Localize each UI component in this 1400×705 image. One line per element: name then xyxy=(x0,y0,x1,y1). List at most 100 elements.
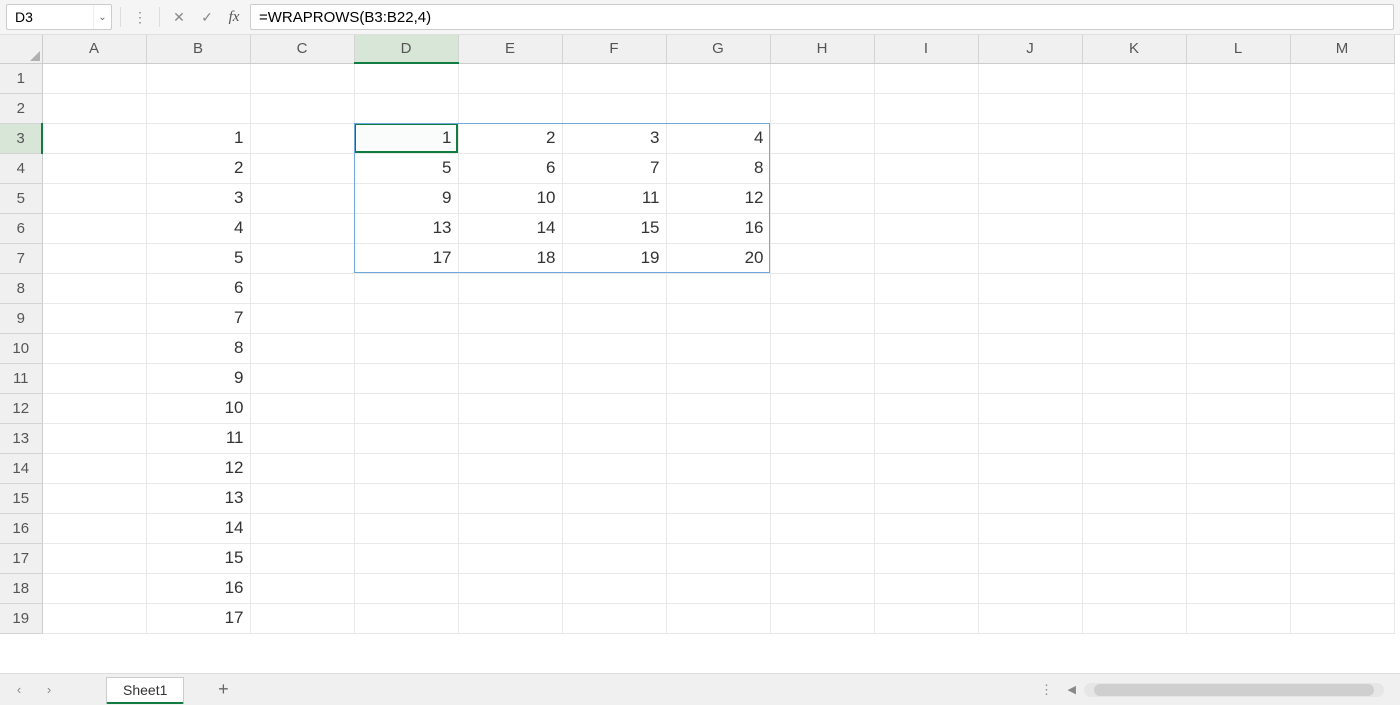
horizontal-scrollbar[interactable] xyxy=(1084,683,1384,697)
cell-J19[interactable] xyxy=(978,603,1082,633)
cell-K17[interactable] xyxy=(1082,543,1186,573)
cell-M2[interactable] xyxy=(1290,93,1394,123)
cell-J16[interactable] xyxy=(978,513,1082,543)
cell-J18[interactable] xyxy=(978,573,1082,603)
cell-K7[interactable] xyxy=(1082,243,1186,273)
sheet-more-icon[interactable]: ⋮ xyxy=(1034,677,1060,703)
cell-A5[interactable] xyxy=(42,183,146,213)
cell-M7[interactable] xyxy=(1290,243,1394,273)
cell-M17[interactable] xyxy=(1290,543,1394,573)
row-header-11[interactable]: 11 xyxy=(0,363,42,393)
cell-M13[interactable] xyxy=(1290,423,1394,453)
row-header-7[interactable]: 7 xyxy=(0,243,42,273)
cell-K6[interactable] xyxy=(1082,213,1186,243)
cell-G1[interactable] xyxy=(666,63,770,93)
cell-L8[interactable] xyxy=(1186,273,1290,303)
column-header-H[interactable]: H xyxy=(770,35,874,63)
cell-A9[interactable] xyxy=(42,303,146,333)
cell-E15[interactable] xyxy=(458,483,562,513)
cell-G3[interactable]: 4 xyxy=(666,123,770,153)
cell-I18[interactable] xyxy=(874,573,978,603)
column-header-M[interactable]: M xyxy=(1290,35,1394,63)
row-header-16[interactable]: 16 xyxy=(0,513,42,543)
cell-L4[interactable] xyxy=(1186,153,1290,183)
cell-C19[interactable] xyxy=(250,603,354,633)
row-header-2[interactable]: 2 xyxy=(0,93,42,123)
cell-K14[interactable] xyxy=(1082,453,1186,483)
cell-B18[interactable]: 16 xyxy=(146,573,250,603)
cell-F5[interactable]: 11 xyxy=(562,183,666,213)
select-all-corner[interactable] xyxy=(0,35,42,63)
row-header-8[interactable]: 8 xyxy=(0,273,42,303)
cell-F4[interactable]: 7 xyxy=(562,153,666,183)
cell-E3[interactable]: 2 xyxy=(458,123,562,153)
cell-H3[interactable] xyxy=(770,123,874,153)
cell-C17[interactable] xyxy=(250,543,354,573)
cell-F8[interactable] xyxy=(562,273,666,303)
row-header-6[interactable]: 6 xyxy=(0,213,42,243)
cell-F12[interactable] xyxy=(562,393,666,423)
cell-A16[interactable] xyxy=(42,513,146,543)
cell-I9[interactable] xyxy=(874,303,978,333)
cell-B13[interactable]: 11 xyxy=(146,423,250,453)
cell-K5[interactable] xyxy=(1082,183,1186,213)
cell-K8[interactable] xyxy=(1082,273,1186,303)
cell-A19[interactable] xyxy=(42,603,146,633)
cell-K15[interactable] xyxy=(1082,483,1186,513)
cell-D9[interactable] xyxy=(354,303,458,333)
cell-A17[interactable] xyxy=(42,543,146,573)
cell-A2[interactable] xyxy=(42,93,146,123)
cell-G2[interactable] xyxy=(666,93,770,123)
cell-J5[interactable] xyxy=(978,183,1082,213)
cell-A18[interactable] xyxy=(42,573,146,603)
cell-B8[interactable]: 6 xyxy=(146,273,250,303)
cell-E8[interactable] xyxy=(458,273,562,303)
cell-C7[interactable] xyxy=(250,243,354,273)
cell-E5[interactable]: 10 xyxy=(458,183,562,213)
cell-E7[interactable]: 18 xyxy=(458,243,562,273)
cell-G6[interactable]: 16 xyxy=(666,213,770,243)
name-box[interactable] xyxy=(7,9,93,25)
cell-C8[interactable] xyxy=(250,273,354,303)
cell-A11[interactable] xyxy=(42,363,146,393)
cell-C6[interactable] xyxy=(250,213,354,243)
cell-F14[interactable] xyxy=(562,453,666,483)
row-header-15[interactable]: 15 xyxy=(0,483,42,513)
cell-D10[interactable] xyxy=(354,333,458,363)
column-header-D[interactable]: D xyxy=(354,35,458,63)
cell-G11[interactable] xyxy=(666,363,770,393)
cell-C4[interactable] xyxy=(250,153,354,183)
cell-D5[interactable]: 9 xyxy=(354,183,458,213)
cell-A14[interactable] xyxy=(42,453,146,483)
cell-I5[interactable] xyxy=(874,183,978,213)
cell-C15[interactable] xyxy=(250,483,354,513)
sheet-tab-sheet1[interactable]: Sheet1 xyxy=(106,677,184,704)
cell-E13[interactable] xyxy=(458,423,562,453)
cell-M16[interactable] xyxy=(1290,513,1394,543)
spreadsheet-grid[interactable]: ABCDEFGHIJKLM123112344256785391011126413… xyxy=(0,35,1395,634)
column-header-J[interactable]: J xyxy=(978,35,1082,63)
cell-F7[interactable]: 19 xyxy=(562,243,666,273)
column-header-L[interactable]: L xyxy=(1186,35,1290,63)
cell-J4[interactable] xyxy=(978,153,1082,183)
cell-D3[interactable]: 1 xyxy=(354,123,458,153)
cell-F18[interactable] xyxy=(562,573,666,603)
cell-G4[interactable]: 8 xyxy=(666,153,770,183)
column-header-E[interactable]: E xyxy=(458,35,562,63)
cell-M14[interactable] xyxy=(1290,453,1394,483)
cell-D15[interactable] xyxy=(354,483,458,513)
cell-E11[interactable] xyxy=(458,363,562,393)
cell-A7[interactable] xyxy=(42,243,146,273)
cell-B4[interactable]: 2 xyxy=(146,153,250,183)
cell-B11[interactable]: 9 xyxy=(146,363,250,393)
cell-M3[interactable] xyxy=(1290,123,1394,153)
cell-H5[interactable] xyxy=(770,183,874,213)
accept-icon[interactable]: ✓ xyxy=(196,4,218,30)
cell-E2[interactable] xyxy=(458,93,562,123)
cell-H15[interactable] xyxy=(770,483,874,513)
cell-C14[interactable] xyxy=(250,453,354,483)
cell-J9[interactable] xyxy=(978,303,1082,333)
cell-A10[interactable] xyxy=(42,333,146,363)
cell-K9[interactable] xyxy=(1082,303,1186,333)
cell-G12[interactable] xyxy=(666,393,770,423)
